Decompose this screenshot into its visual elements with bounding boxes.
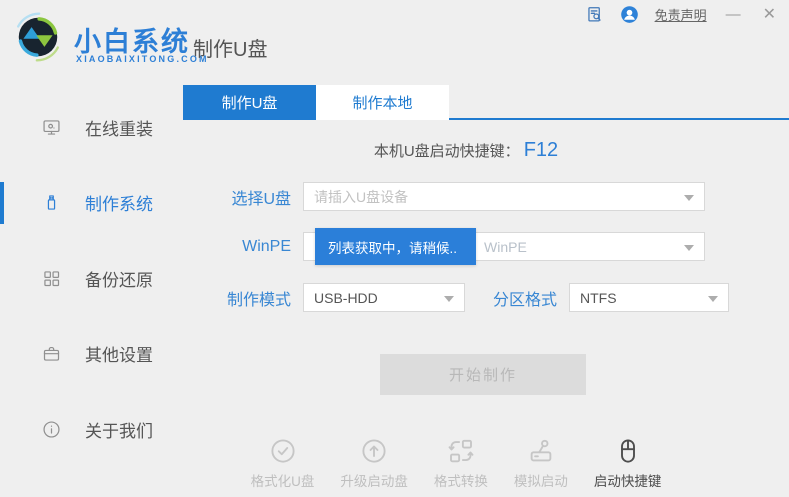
usb-select-row: 选择U盘 请插入U盘设备: [183, 182, 705, 211]
tool-label: 格式转换: [434, 470, 488, 490]
sidebar-item-backup-restore[interactable]: 备份还原: [0, 250, 183, 306]
tool-label: 模拟启动: [514, 470, 568, 490]
convert-icon: [446, 436, 476, 466]
page-title: 制作U盘: [193, 33, 267, 62]
start-make-button[interactable]: 开始制作: [380, 354, 586, 395]
tab-make-local[interactable]: 制作本地: [316, 85, 449, 120]
winpe-select-row: WinPE WinPE 列表获取中，请稍候..: [183, 232, 705, 261]
sidebar-item-label: 其他设置: [85, 341, 153, 366]
check-circle-icon: [268, 436, 298, 466]
partition-value: NTFS: [580, 290, 617, 306]
disclaimer-link[interactable]: 免责声明: [655, 5, 707, 24]
mode-dropdown[interactable]: USB-HDD: [303, 283, 465, 312]
chevron-down-icon: [708, 296, 718, 302]
partition-label: 分区格式: [465, 286, 569, 310]
footer-toolbar: 格式化U盘 升级启动盘 格式转换 模拟启动 启动快捷键: [123, 436, 789, 490]
tool-format-convert[interactable]: 格式转换: [434, 436, 488, 490]
briefcase-icon: [41, 343, 62, 364]
joystick-icon: [526, 436, 556, 466]
chevron-down-icon: [684, 245, 694, 251]
tool-format-usb[interactable]: 格式化U盘: [251, 436, 315, 490]
chevron-down-icon: [444, 296, 454, 302]
mode-label: 制作模式: [183, 286, 303, 310]
boot-hotkey-row: 本机U盘启动快捷键： F12: [183, 137, 749, 163]
monitor-icon: [41, 117, 62, 138]
winpe-select-label: WinPE: [183, 238, 303, 256]
sidebar-item-label: 备份还原: [85, 266, 153, 291]
loading-tooltip: 列表获取中，请稍候..: [315, 228, 476, 265]
usb-select-label: 选择U盘: [183, 185, 303, 209]
tool-label: 启动快捷键: [594, 470, 662, 490]
tab-bar: 制作U盘 制作本地: [183, 85, 789, 120]
tool-boot-hotkey[interactable]: 启动快捷键: [594, 436, 662, 490]
tab-make-usb[interactable]: 制作U盘: [183, 85, 316, 120]
mode-row: 制作模式 USB-HDD 分区格式 NTFS: [183, 283, 729, 312]
usb-select-dropdown[interactable]: 请插入U盘设备: [303, 182, 705, 211]
document-search-icon[interactable]: [585, 5, 604, 24]
close-button[interactable]: ✕: [760, 5, 779, 24]
tool-label: 格式化U盘: [251, 470, 315, 490]
customer-service-icon[interactable]: [620, 5, 639, 24]
mouse-icon: [613, 436, 643, 466]
mode-value: USB-HDD: [314, 290, 378, 306]
usb-select-placeholder: 请插入U盘设备: [314, 187, 408, 207]
usb-drive-icon: [41, 192, 62, 213]
sidebar-item-label: 在线重装: [85, 115, 153, 140]
info-icon: [41, 419, 62, 440]
main-content: 制作U盘 制作本地 本机U盘启动快捷键： F12 选择U盘 请插入U盘设备 Wi…: [183, 85, 789, 497]
arrow-up-circle-icon: [359, 436, 389, 466]
sidebar-item-online-reinstall[interactable]: 在线重装: [0, 99, 183, 155]
sidebar-item-other-settings[interactable]: 其他设置: [0, 326, 183, 382]
chevron-down-icon: [684, 195, 694, 201]
minimize-button[interactable]: —: [723, 5, 744, 24]
partition-dropdown[interactable]: NTFS: [569, 283, 729, 312]
brand-domain: XIAOBAIXITONG.COM: [76, 54, 209, 64]
tool-label: 升级启动盘: [340, 470, 408, 490]
tool-upgrade-boot-disk[interactable]: 升级启动盘: [340, 436, 408, 490]
grid-icon: [41, 268, 62, 289]
boot-hotkey-value: F12: [524, 139, 558, 162]
tool-simulate-boot[interactable]: 模拟启动: [514, 436, 568, 490]
sidebar-item-make-system[interactable]: 制作系统: [0, 175, 183, 231]
sidebar-item-label: 制作系统: [85, 190, 153, 215]
titlebar: 免责声明 — ✕: [0, 0, 789, 28]
boot-hotkey-label: 本机U盘启动快捷键：: [374, 140, 520, 161]
